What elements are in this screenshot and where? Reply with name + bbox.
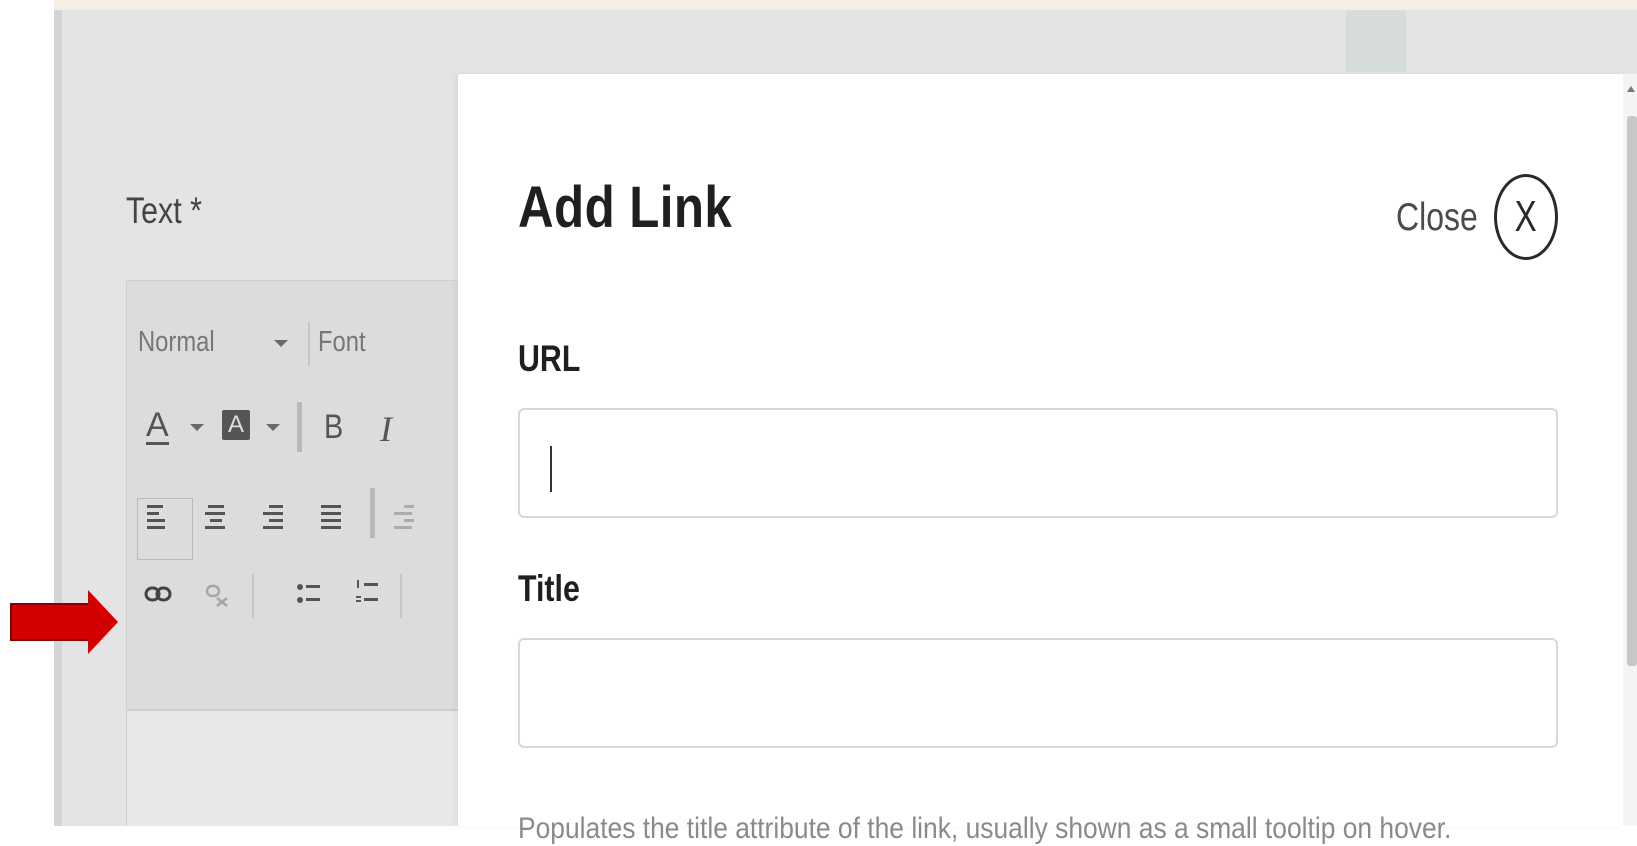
bold-button[interactable]: B: [324, 408, 343, 447]
align-left-icon[interactable]: [147, 505, 169, 531]
toolbar-separator: [252, 574, 254, 618]
scroll-up-icon[interactable]: [1627, 86, 1635, 92]
bulleted-list-icon[interactable]: [296, 580, 322, 608]
url-label: URL: [518, 338, 581, 379]
align-center-icon[interactable]: [205, 505, 227, 531]
toolbar-separator: [308, 322, 310, 366]
url-input[interactable]: [518, 408, 1558, 518]
title-help-text: Populates the title attribute of the lin…: [518, 812, 1452, 845]
scrollbar-thumb[interactable]: [1627, 116, 1637, 666]
top-accent-block: [1346, 10, 1406, 72]
text-cursor: [550, 446, 552, 492]
background-color-icon[interactable]: A: [222, 410, 250, 440]
text-field-label: Text *: [126, 190, 202, 231]
close-label[interactable]: Close: [1396, 196, 1478, 240]
add-link-modal: Add Link Close X URL Title Populates the…: [458, 74, 1623, 845]
text-color-icon[interactable]: A: [146, 408, 169, 445]
arrow-head: [88, 590, 118, 654]
editor-content-area[interactable]: [126, 710, 466, 826]
format-select[interactable]: Normal: [138, 326, 215, 359]
toolbar-separator: [400, 574, 402, 618]
unlink-icon[interactable]: [205, 582, 229, 608]
close-button[interactable]: X: [1494, 174, 1558, 260]
top-strip: [0, 0, 1637, 10]
close-icon: X: [1514, 192, 1538, 241]
background-color-caret-icon[interactable]: [266, 424, 280, 431]
font-select[interactable]: Font: [318, 326, 366, 359]
italic-button[interactable]: I: [380, 408, 392, 450]
indent-icon[interactable]: [394, 505, 416, 531]
text-color-caret-icon[interactable]: [190, 424, 204, 431]
title-input[interactable]: [518, 638, 1558, 748]
modal-title: Add Link: [518, 175, 733, 240]
link-icon[interactable]: [144, 584, 172, 604]
format-select-caret-icon[interactable]: [274, 340, 288, 347]
arrow-shaft: [10, 603, 92, 641]
align-justify-icon[interactable]: [321, 505, 343, 531]
numbered-list-icon[interactable]: [354, 578, 380, 608]
title-label: Title: [518, 568, 580, 609]
toolbar-separator: [297, 402, 302, 452]
toolbar-separator: [370, 488, 375, 538]
outer-margin: [0, 0, 54, 826]
align-right-icon[interactable]: [263, 505, 285, 531]
